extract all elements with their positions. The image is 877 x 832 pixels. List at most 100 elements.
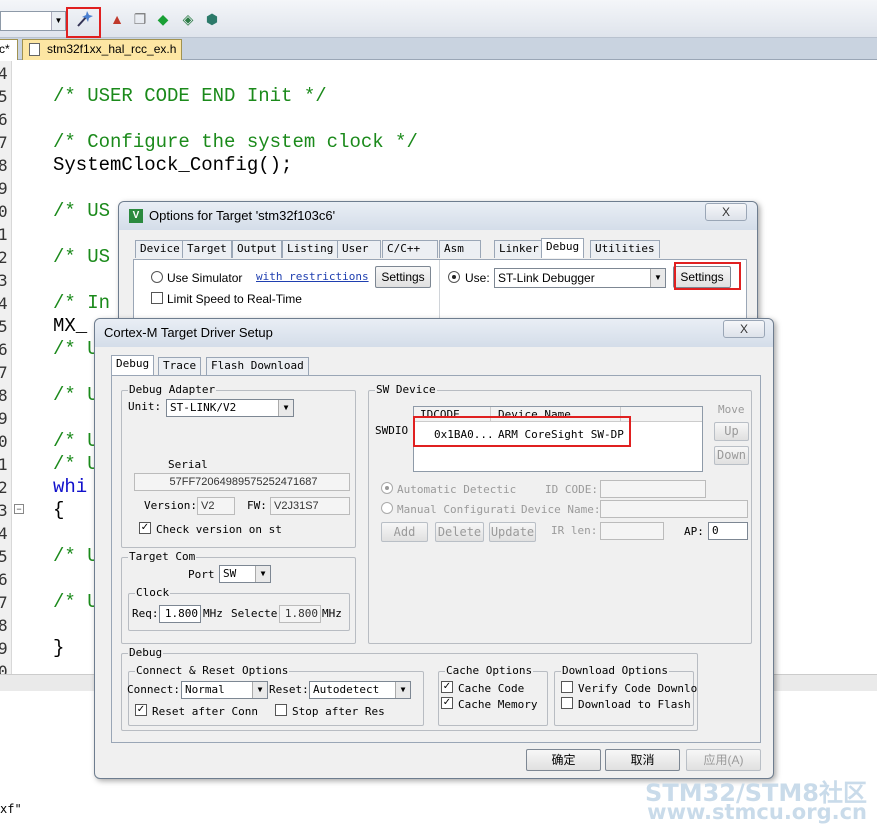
swdio-label: SWDIO	[375, 424, 409, 437]
tab-main-c[interactable]: c*	[0, 39, 18, 60]
move-down-button[interactable]: Down	[714, 446, 749, 465]
limit-speed-label: Limit Speed to Real-Time	[167, 292, 302, 306]
simulator-settings-button[interactable]: Settings	[375, 266, 431, 288]
chevron-down-icon[interactable]: ▼	[650, 269, 665, 287]
line-number: 8	[0, 616, 8, 635]
port-label: Port	[188, 568, 215, 581]
tab-listing[interactable]: Listing	[282, 240, 339, 258]
download-flash-checkbox[interactable]	[561, 697, 573, 709]
tab-trace[interactable]: Trace	[158, 357, 202, 375]
chevron-down-icon[interactable]: ▼	[395, 682, 410, 698]
chevron-down-icon[interactable]: ▼	[255, 566, 270, 582]
cache-code-checkbox[interactable]: ✓	[441, 681, 453, 693]
use-simulator-label: Use Simulator	[167, 271, 243, 285]
pack-installer-icon[interactable]: ◆	[153, 9, 173, 29]
port-value: SW	[223, 567, 237, 580]
automatic-detection-radio[interactable]	[381, 482, 393, 494]
use-debugger-radio[interactable]	[448, 271, 460, 283]
tab-debug[interactable]: Debug	[111, 355, 155, 375]
line-number: 2	[0, 248, 8, 267]
mhz-label: MHz	[322, 607, 342, 620]
dialog-title: Options for Target 'stm32f103c6'	[149, 208, 336, 223]
port-select[interactable]: SW ▼	[219, 565, 271, 583]
verify-code-checkbox[interactable]	[561, 681, 573, 693]
reset-label: Reset:	[269, 683, 309, 696]
fw-field: V2J31S7	[270, 497, 350, 515]
check-version-checkbox[interactable]: ✓	[139, 522, 151, 534]
cache-memory-checkbox[interactable]: ✓	[441, 697, 453, 709]
target-select[interactable]: ▼	[0, 11, 66, 31]
tab-user[interactable]: User	[337, 240, 381, 258]
line-number: 5	[0, 317, 8, 336]
code-line: /* Configure the system clock */	[53, 131, 418, 153]
dialog-title: Cortex-M Target Driver Setup	[104, 325, 273, 340]
id-code-field	[600, 480, 706, 498]
req-field[interactable]: 1.800	[159, 605, 201, 623]
delete-button[interactable]: Delete	[435, 522, 484, 542]
line-number: 2	[0, 478, 8, 497]
tab-device[interactable]: Device	[135, 240, 185, 258]
tab-flash-download[interactable]: Flash Download	[206, 357, 309, 375]
tab-linker[interactable]: Linker	[494, 240, 544, 258]
with-restrictions-link[interactable]: with restrictions	[256, 270, 369, 283]
unit-select[interactable]: ST-LINK/V2 ▼	[166, 399, 294, 417]
group-label: Target Com	[128, 550, 197, 563]
chevron-down-icon[interactable]: ▼	[278, 400, 293, 416]
group-label: Cache Options	[445, 664, 534, 677]
tab-target[interactable]: Target	[182, 240, 232, 258]
code-line: whi	[53, 476, 88, 498]
ap-field[interactable]: 0	[708, 522, 748, 540]
reset-select[interactable]: Autodetect ▼	[309, 681, 411, 699]
clock-group: Clock Req: 1.800 MHz Selecte 1.800 MHz	[128, 586, 350, 631]
limit-speed-checkbox[interactable]	[151, 292, 163, 304]
connect-select[interactable]: Normal ▼	[181, 681, 268, 699]
group-label: Debug	[128, 646, 164, 659]
update-button[interactable]: Update	[489, 522, 536, 542]
serial-field: 57FF72064989575252471687	[134, 473, 350, 491]
use-simulator-radio[interactable]	[151, 271, 163, 283]
debugger-select[interactable]: ST-Link Debugger ▼	[494, 268, 666, 288]
code-line: /* US	[53, 246, 111, 268]
debugger-value: ST-Link Debugger	[498, 271, 595, 285]
manage-components-icon[interactable]: ▲	[107, 9, 127, 29]
ok-button[interactable]: 确定	[526, 749, 601, 771]
serial-label: Serial	[168, 458, 208, 471]
tab-debug[interactable]: Debug	[541, 238, 585, 258]
close-button[interactable]: X	[705, 203, 747, 221]
tab-utilities[interactable]: Utilities	[590, 240, 660, 258]
fold-toggle-icon[interactable]: −	[14, 504, 24, 514]
dialog-titlebar: Cortex-M Target Driver Setup X	[95, 319, 773, 347]
reset-after-connect-checkbox[interactable]: ✓	[135, 704, 147, 716]
cancel-button[interactable]: 取消	[605, 749, 680, 771]
group-label: Download Options	[561, 664, 669, 677]
selected-field: 1.800	[279, 605, 321, 623]
stop-after-reset-checkbox[interactable]	[275, 704, 287, 716]
watermark-url: www.stmcu.org.cn	[647, 800, 867, 824]
tab-asm[interactable]: Asm	[439, 240, 481, 258]
tab-cpp[interactable]: C/C++	[382, 240, 438, 258]
chevron-down-icon[interactable]: ▼	[252, 682, 267, 698]
line-number: 6	[0, 340, 8, 359]
code-line: /* US	[53, 200, 111, 222]
code-line: /* In	[53, 292, 111, 314]
reset-after-connect-label: Reset after Conn	[152, 705, 258, 718]
device-name-label: Device Name:	[521, 503, 601, 516]
debug-options-group: Debug Connect & Reset Options Connect: N…	[121, 646, 698, 731]
close-button[interactable]: X	[723, 320, 765, 338]
tab-output[interactable]: Output	[232, 240, 282, 258]
chevron-down-icon[interactable]: ▼	[51, 12, 65, 30]
event-recorder-icon[interactable]: ⬢	[202, 9, 222, 29]
connect-label: Connect:	[127, 683, 180, 696]
manual-configuration-radio[interactable]	[381, 502, 393, 514]
move-up-button[interactable]: Up	[714, 422, 749, 441]
copy-layout-icon[interactable]: ❐	[130, 9, 150, 29]
options-tabs: Device Target Output Listing User C/C++ …	[135, 238, 735, 260]
tab-rcc-ex[interactable]: stm32f1xx_hal_rcc_ex.h	[22, 39, 182, 60]
select-packs-icon[interactable]: ◈	[178, 9, 198, 29]
unit-value: ST-LINK/V2	[170, 401, 237, 414]
apply-button[interactable]: 应用(A)	[686, 749, 761, 771]
line-number: 1	[0, 225, 8, 244]
add-button[interactable]: Add	[381, 522, 428, 542]
download-options-group: Download Options Verify Code Downlo Down…	[554, 664, 697, 726]
code-line: /* U	[53, 545, 99, 567]
